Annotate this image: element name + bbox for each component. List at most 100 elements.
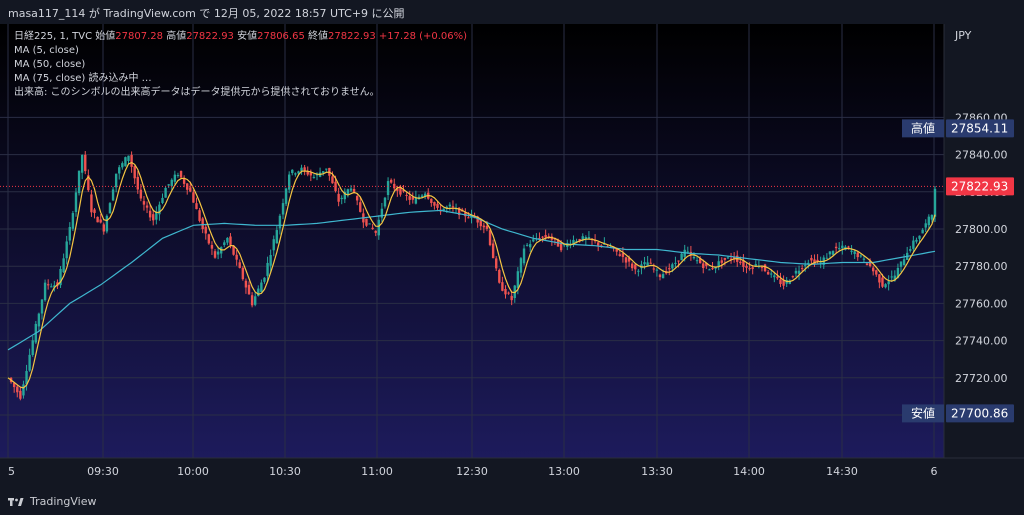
- candle-body: [278, 215, 282, 229]
- candle-body: [797, 270, 801, 274]
- candle-body: [751, 267, 754, 269]
- candle-body: [899, 261, 903, 267]
- candle-body: [624, 257, 628, 263]
- time-axis[interactable]: [0, 458, 1024, 490]
- candle-body: [46, 284, 50, 286]
- candle-body: [121, 163, 124, 168]
- candle-body: [272, 239, 275, 251]
- candle-body: [763, 264, 767, 272]
- candle-body: [223, 242, 226, 246]
- candle-body: [532, 239, 535, 242]
- candle-body: [862, 258, 866, 260]
- candle-body: [522, 248, 526, 264]
- candle-body: [838, 248, 841, 250]
- candle-body: [142, 201, 146, 205]
- legend-open-label: 始値: [95, 31, 116, 42]
- candle-body: [711, 268, 714, 270]
- candle-body: [856, 252, 859, 258]
- y-tick-label: 27800.00: [955, 223, 1008, 236]
- candle-body: [198, 210, 201, 221]
- candle-body: [702, 263, 705, 268]
- x-tick-label: 6: [931, 465, 938, 478]
- candle-body: [164, 187, 167, 198]
- candle-body: [708, 269, 711, 271]
- candle-body: [525, 244, 529, 246]
- candle-body: [65, 241, 68, 259]
- candle-body: [355, 196, 359, 201]
- candle-body: [93, 209, 96, 213]
- candle-body: [189, 187, 192, 192]
- low-tag-label: 安値: [911, 405, 935, 420]
- candle-body: [451, 206, 455, 208]
- y-tick-label: 27780.00: [955, 260, 1008, 273]
- candle-body: [902, 259, 906, 266]
- candle-body: [386, 181, 390, 196]
- candle-body: [77, 170, 81, 194]
- candle-body: [102, 224, 105, 232]
- candle-body: [235, 254, 238, 260]
- candle-body: [244, 280, 248, 288]
- candle-body: [529, 244, 532, 248]
- candle-body: [16, 386, 19, 393]
- candle-body: [760, 267, 764, 269]
- candle-body: [510, 295, 513, 301]
- candle-body: [754, 264, 757, 266]
- candle-body: [559, 243, 563, 251]
- candle-body: [210, 244, 214, 249]
- candle-body: [834, 246, 838, 249]
- last-price-tag-value: 27822.93: [951, 179, 1008, 193]
- candle-body: [250, 295, 254, 306]
- candle-body: [800, 268, 804, 270]
- legend-close-value: 27822.93: [328, 31, 376, 42]
- candle-body: [695, 260, 699, 262]
- candle-body: [96, 216, 99, 223]
- low-tag-value: 27700.86: [951, 406, 1008, 420]
- candle-body: [170, 179, 173, 187]
- candle-body: [195, 203, 198, 210]
- candle-body: [275, 230, 279, 244]
- candle-body: [216, 251, 220, 255]
- candle-body: [281, 203, 285, 215]
- y-tick-label: 27740.00: [955, 335, 1008, 348]
- legend-symbol: 日経225, 1, TVC: [14, 31, 93, 42]
- candle-body: [145, 205, 149, 208]
- candle-body: [621, 253, 625, 257]
- candle-body: [105, 215, 109, 232]
- candle-body: [850, 250, 853, 252]
- high-tag-label: 高値: [911, 120, 935, 135]
- candle-body: [655, 269, 659, 271]
- candle-body: [587, 237, 591, 239]
- candle-body: [74, 192, 78, 212]
- candle-body: [890, 276, 893, 278]
- candle-body: [312, 176, 316, 178]
- candle-body: [495, 258, 498, 269]
- candle-body: [643, 262, 646, 265]
- legend-open-value: 27807.28: [115, 31, 164, 42]
- candle-body: [37, 313, 41, 327]
- candle-body: [50, 286, 53, 288]
- candle-body: [630, 263, 634, 269]
- candle-body: [921, 229, 924, 234]
- candle-body: [176, 174, 180, 176]
- candle-body: [804, 265, 807, 267]
- candle-body: [118, 167, 121, 174]
- y-tick-label: 27760.00: [955, 297, 1008, 310]
- candle-body: [498, 269, 501, 283]
- candle-body: [155, 212, 158, 220]
- candle-body: [933, 188, 937, 217]
- x-tick-label: 13:00: [548, 465, 580, 478]
- candle-body: [161, 197, 164, 204]
- candle-body: [139, 189, 143, 199]
- y-tick-labels: 27700.0027720.0027740.0027760.0027780.00…: [955, 111, 1008, 422]
- candle-body: [773, 275, 776, 278]
- candle-body: [810, 258, 813, 261]
- y-tick-label: 27840.00: [955, 149, 1008, 162]
- price-axis[interactable]: [944, 24, 1024, 458]
- candle-body: [544, 234, 547, 238]
- legend-low-label: 安値: [237, 31, 258, 42]
- candle-body: [405, 194, 408, 196]
- candle-body: [430, 198, 433, 203]
- candle-body: [618, 254, 622, 256]
- candle-body: [828, 251, 832, 255]
- candle-body: [881, 277, 884, 287]
